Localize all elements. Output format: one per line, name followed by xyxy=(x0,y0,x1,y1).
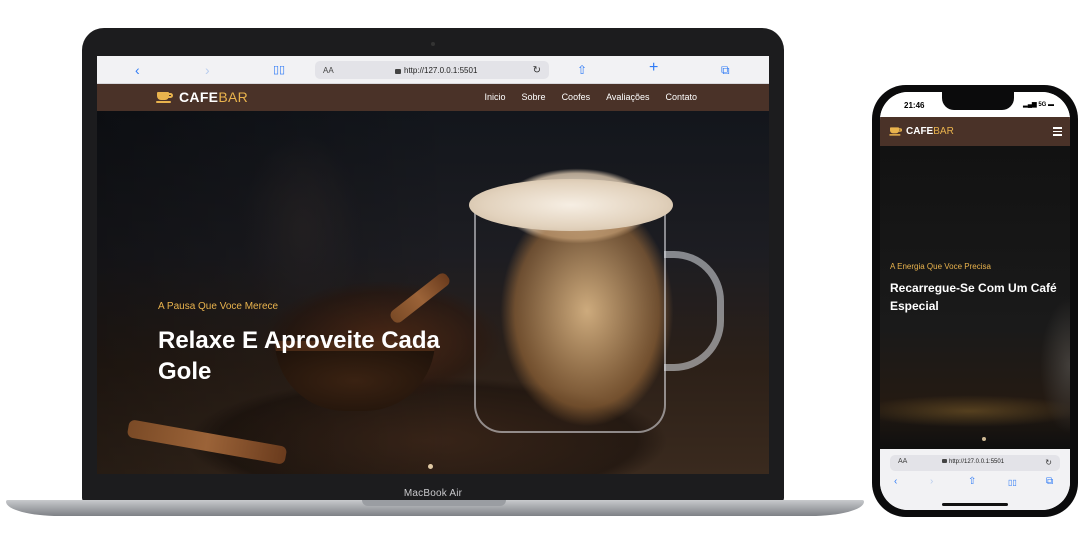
mockup-stage: MacBook Air ‹ › ▯▯ AA http://127.0.0.1:5… xyxy=(0,0,1080,540)
reader-icon[interactable]: ▯▯ xyxy=(273,61,285,79)
mobile-back-icon[interactable]: ‹ xyxy=(894,476,897,487)
url-value: http://127.0.0.1:5501 xyxy=(404,65,478,75)
mobile-brand-logo[interactable]: CAFEBAR xyxy=(888,126,954,137)
laptop-screen: ‹ › ▯▯ AA http://127.0.0.1:5501 ↻ ⇧ + ⧉ … xyxy=(97,56,769,474)
mobile-hero-section: A Energia Que Voce Precisa Recarregue-Se… xyxy=(880,146,1070,449)
mobile-reload-icon[interactable]: ↻ xyxy=(1045,458,1052,467)
laptop-opening-notch xyxy=(362,500,506,506)
lock-icon xyxy=(942,459,947,463)
hero-overlay xyxy=(97,111,457,474)
phone-screen: 21:46 ▂▄▆ 5G ▬ CAFEBAR A Energia Que Voc… xyxy=(880,92,1070,510)
phone-notch xyxy=(942,92,1014,110)
address-bar[interactable]: AA http://127.0.0.1:5501 ↻ xyxy=(315,61,549,79)
mobile-text-size-button[interactable]: AA xyxy=(898,458,907,465)
home-indicator[interactable] xyxy=(942,503,1008,506)
coffee-cup-icon xyxy=(889,127,902,136)
site-navbar: CAFEBAR Inicio Sobre Coofes Avaliações C… xyxy=(97,84,769,111)
back-icon[interactable]: ‹ xyxy=(135,61,140,79)
mobile-share-icon[interactable]: ⇧ xyxy=(968,476,976,487)
mobile-hero-headline: Recarregue-Se Com Um Café Especial xyxy=(890,281,1057,313)
mobile-browser-bar: AA http://127.0.0.1:5501 ↻ ‹ › ⇧ ▯▯ ⧉ xyxy=(880,449,1070,510)
status-time: 21:46 xyxy=(904,101,925,110)
tabs-overview-icon[interactable]: ⧉ xyxy=(721,61,730,79)
forward-icon[interactable]: › xyxy=(205,61,210,79)
share-icon[interactable]: ⇧ xyxy=(577,61,587,79)
coffee-cup-icon xyxy=(156,91,173,103)
mobile-url-text: http://127.0.0.1:5501 xyxy=(942,459,1004,465)
hamburger-menu-icon[interactable] xyxy=(1053,127,1062,136)
mobile-url-value: http://127.0.0.1:5501 xyxy=(949,459,1005,465)
nav-link-avaliacoes[interactable]: Avaliações xyxy=(606,92,649,102)
brand-name: CAFEBAR xyxy=(179,89,248,105)
brand-accent: BAR xyxy=(218,89,248,105)
mobile-tabs-icon[interactable]: ⧉ xyxy=(1046,476,1053,487)
mobile-hero-tagline: A Energia Que Voce Precisa xyxy=(890,262,991,271)
nav-link-coofes[interactable]: Coofes xyxy=(562,92,591,102)
nav-link-inicio[interactable]: Inicio xyxy=(485,92,506,102)
mobile-slider-dot[interactable] xyxy=(982,437,986,441)
reload-icon[interactable]: ↻ xyxy=(533,65,541,76)
mobile-address-bar[interactable]: AA http://127.0.0.1:5501 ↻ xyxy=(890,455,1060,471)
laptop-model-label: MacBook Air xyxy=(403,488,463,499)
brand-main: CAFE xyxy=(179,89,219,105)
browser-toolbar: ‹ › ▯▯ AA http://127.0.0.1:5501 ↻ ⇧ + ⧉ xyxy=(97,56,769,84)
hero-headline: Relaxe E Aproveite Cada Gole xyxy=(158,327,440,385)
mobile-forward-icon[interactable]: › xyxy=(930,476,933,487)
url-text: http://127.0.0.1:5501 xyxy=(395,66,477,75)
mobile-reader-icon[interactable]: ▯▯ xyxy=(1008,478,1017,487)
mobile-brand-main: CAFE xyxy=(906,126,934,137)
mobile-navbar: CAFEBAR xyxy=(880,117,1070,146)
text-size-button[interactable]: AA xyxy=(323,66,334,75)
nav-link-sobre[interactable]: Sobre xyxy=(522,92,546,102)
brand-logo[interactable]: CAFEBAR xyxy=(156,89,248,105)
nav-links: Inicio Sobre Coofes Avaliações Contato xyxy=(485,92,697,102)
hero-tagline: A Pausa Que Voce Merece xyxy=(158,301,279,312)
mobile-brand-accent: BAR xyxy=(933,126,954,137)
lock-icon xyxy=(395,68,401,74)
hero-section: A Pausa Que Voce Merece Relaxe E Aprovei… xyxy=(97,111,769,474)
mobile-brand-name: CAFEBAR xyxy=(906,126,954,137)
new-tab-icon[interactable]: + xyxy=(649,59,658,77)
slider-dot[interactable] xyxy=(428,464,433,469)
network-type: 5G xyxy=(1038,102,1047,108)
camera-dot xyxy=(431,42,435,46)
signal-indicator: ▂▄▆ 5G ▬ xyxy=(1023,102,1054,108)
status-bar: 21:46 ▂▄▆ 5G ▬ xyxy=(880,92,1070,117)
nav-link-contato[interactable]: Contato xyxy=(665,92,697,102)
milk-foam xyxy=(469,179,673,231)
mug-handle xyxy=(664,251,724,371)
latte-mug xyxy=(474,203,666,433)
